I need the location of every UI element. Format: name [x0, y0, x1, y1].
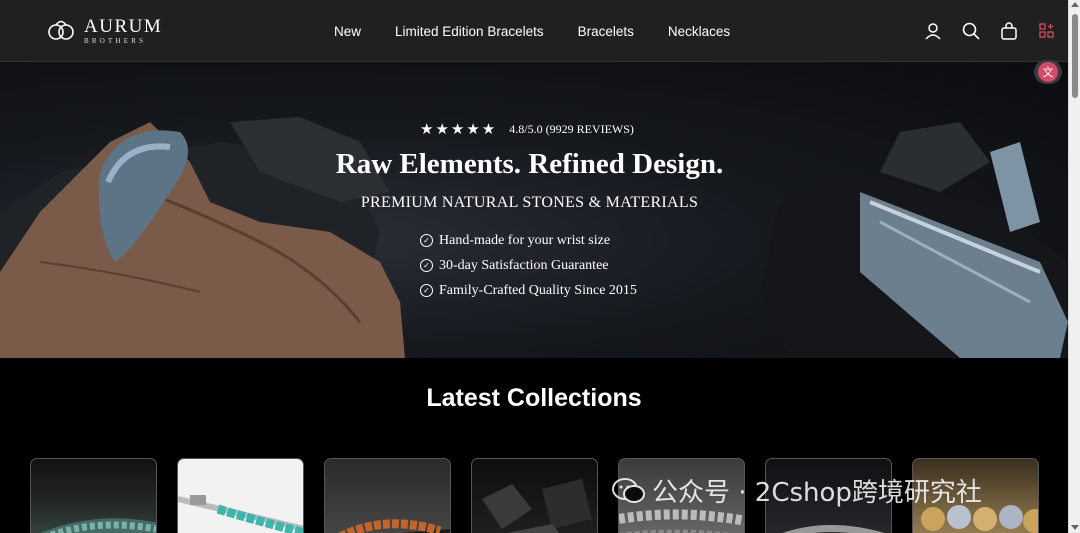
- rating-text: 4.8/5.0 (9929 REVIEWS): [509, 121, 634, 136]
- obsidian-stones-image: [482, 479, 592, 533]
- collection-card[interactable]: [471, 458, 598, 533]
- blue-bead-bracelet-image: [178, 495, 303, 533]
- account-icon[interactable]: [922, 19, 944, 43]
- apps-grid-icon[interactable]: [1036, 19, 1058, 43]
- amber-bracelet-image: [337, 519, 450, 533]
- rating: ★★★★★ 4.8/5.0 (9929 REVIEWS): [420, 120, 634, 138]
- watermark: 公众号 · 2Cshop跨境研究社: [612, 472, 982, 509]
- brand-sub: BROTHERS: [84, 37, 147, 45]
- translate-button[interactable]: 文: [1034, 60, 1062, 84]
- scroll-down-icon[interactable]: [1071, 525, 1079, 530]
- collections-title: Latest Collections: [426, 384, 642, 412]
- nav-item-necklaces[interactable]: Necklaces: [668, 24, 730, 39]
- page-scrollbar[interactable]: [1068, 0, 1080, 533]
- nav-item-new[interactable]: New: [334, 24, 361, 39]
- feature-list: ✓ Hand-made for your wrist size ✓ 30-day S…: [420, 228, 637, 303]
- check-circle-icon: ✓: [420, 259, 433, 272]
- nav-item-bracelets[interactable]: Bracelets: [578, 24, 634, 39]
- cart-icon[interactable]: [998, 19, 1020, 43]
- wechat-icon: [612, 477, 645, 503]
- translate-icon: 文: [1038, 62, 1058, 82]
- turquoise-bracelet-image: [40, 518, 156, 533]
- brand-name: AURUM: [84, 16, 163, 37]
- check-circle-icon: ✓: [420, 284, 433, 297]
- rating-stars-icon: ★★★★★: [420, 121, 498, 138]
- brand-logo[interactable]: AURUM BROTHERS: [46, 16, 162, 46]
- nav-item-limited-edition-bracelets[interactable]: Limited Edition Bracelets: [395, 24, 544, 39]
- collection-card[interactable]: [324, 458, 451, 533]
- check-circle-icon: ✓: [420, 234, 433, 247]
- search-icon[interactable]: [960, 19, 982, 43]
- hero-title: Raw Elements. Refined Design.: [335, 148, 724, 180]
- header-actions: [922, 19, 1058, 43]
- feature-item: ✓ 30-day Satisfaction Guarantee: [420, 253, 637, 278]
- hero-subtitle: PREMIUM NATURAL STONES & MATERIALS: [360, 194, 699, 211]
- hero-content: ★★★★★ 4.8/5.0 (9929 REVIEWS) Raw Element…: [0, 62, 1068, 358]
- scroll-thumb[interactable]: [1072, 14, 1078, 98]
- scroll-up-icon[interactable]: [1071, 2, 1079, 7]
- main-nav: New Limited Edition Bracelets Bracelets …: [334, 0, 730, 62]
- collection-card[interactable]: [177, 458, 304, 533]
- collection-card[interactable]: [30, 458, 157, 533]
- infinity-logo-icon: [48, 20, 74, 40]
- feature-item: ✓ Family-Crafted Quality Since 2015: [420, 278, 637, 303]
- feature-item: ✓ Hand-made for your wrist size: [420, 228, 637, 253]
- hero-banner: ★★★★★ 4.8/5.0 (9929 REVIEWS) Raw Element…: [0, 62, 1068, 358]
- watermark-text: 公众号 · 2Cshop跨境研究社: [652, 478, 982, 508]
- site-header: AURUM BROTHERS New Limited Edition Brace…: [0, 0, 1068, 62]
